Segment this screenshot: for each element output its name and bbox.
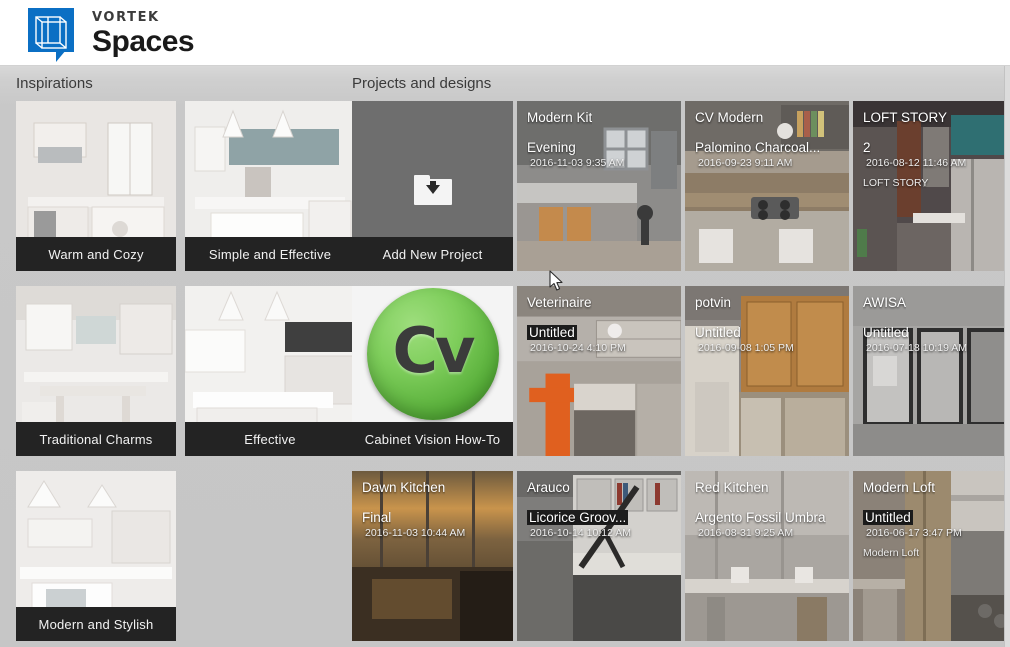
project-date: 2016-11-03 10:44 AM bbox=[365, 527, 466, 539]
inspiration-tile[interactable]: Simple and Effective bbox=[185, 101, 355, 271]
project-design: Final bbox=[362, 510, 392, 525]
project-date: 2016-09-08 1:05 PM bbox=[698, 342, 794, 354]
project-subtitle: Modern Loft bbox=[863, 547, 920, 559]
brand-name-main: Spaces bbox=[92, 25, 195, 58]
inspiration-label: Warm and Cozy bbox=[16, 237, 176, 271]
inspiration-tile[interactable]: Warm and Cozy bbox=[16, 101, 176, 271]
project-name: Dawn Kitchen bbox=[362, 480, 446, 495]
project-tile[interactable]: Veterinaire Untitled 2016-10-24 4:10 PM bbox=[517, 286, 681, 456]
inspiration-tile[interactable]: Traditional Charms bbox=[16, 286, 176, 456]
add-new-project-label: Add New Project bbox=[352, 237, 513, 271]
add-new-project-tile[interactable]: Add New Project bbox=[352, 101, 513, 271]
cv-logo-text: Cv bbox=[392, 314, 476, 387]
project-name: Modern Kit bbox=[527, 110, 593, 125]
project-design: Untitled bbox=[695, 325, 741, 340]
cv-logo-icon: Cv bbox=[366, 288, 499, 420]
project-name: Modern Loft bbox=[863, 480, 936, 495]
inspiration-label: Traditional Charms bbox=[16, 422, 176, 456]
project-thumbnail bbox=[517, 471, 681, 641]
project-thumbnail bbox=[685, 471, 849, 641]
cabinet-vision-howto-tile[interactable]: Cv Cabinet Vision How-To bbox=[352, 286, 513, 456]
inspiration-tile[interactable]: Modern and Stylish bbox=[16, 471, 176, 641]
project-tile[interactable]: Modern Loft Untitled 2016-06-17 3:47 PM … bbox=[853, 471, 1010, 641]
inspiration-tile[interactable]: Effective bbox=[185, 286, 355, 456]
project-tile[interactable]: Red Kitchen Argento Fossil Umbra 2016-08… bbox=[685, 471, 849, 641]
project-thumbnail bbox=[517, 286, 681, 456]
content-area: Inspirations Projects and designs Warm a… bbox=[0, 66, 1010, 647]
section-title-projects: Projects and designs bbox=[352, 75, 492, 92]
project-name: Red Kitchen bbox=[695, 480, 769, 495]
project-design: Argento Fossil Umbra bbox=[695, 510, 826, 525]
project-thumbnail bbox=[685, 286, 849, 456]
project-date: 2016-06-17 3:47 PM bbox=[866, 527, 962, 539]
inspiration-empty-slot bbox=[185, 471, 355, 641]
project-design: Licorice Groov... bbox=[527, 510, 629, 525]
project-date: 2016-10-14 10:12 AM bbox=[530, 527, 631, 539]
project-tile[interactable]: AWISA Untitled 2016-07-18 10:19 AM bbox=[853, 286, 1010, 456]
brand-logo: VORTEK Spaces bbox=[28, 6, 195, 62]
project-date: 2016-07-18 10:19 AM bbox=[866, 342, 967, 354]
project-thumbnail bbox=[517, 101, 681, 271]
project-name: Veterinaire bbox=[527, 295, 592, 310]
project-date: 2016-08-31 9:25 AM bbox=[698, 527, 794, 539]
project-date: 2016-09-23 9:11 AM bbox=[698, 157, 793, 169]
project-date: 2016-08-12 11:46 AM bbox=[866, 157, 967, 169]
project-name: LOFT STORY bbox=[863, 110, 948, 125]
project-date: 2016-10-24 4:10 PM bbox=[530, 342, 626, 354]
project-thumbnail bbox=[685, 101, 849, 271]
inspiration-label: Modern and Stylish bbox=[16, 607, 176, 641]
brand-text: VORTEK Spaces bbox=[92, 6, 195, 58]
inspiration-label: Simple and Effective bbox=[185, 237, 355, 271]
project-design: Evening bbox=[527, 140, 576, 155]
project-subtitle: LOFT STORY bbox=[863, 177, 929, 189]
project-tile[interactable]: Dawn Kitchen Final 2016-11-03 10:44 AM bbox=[352, 471, 513, 641]
right-edge-strip bbox=[1004, 66, 1010, 647]
projects-grid: Add New Project Modern Kit Evening 2016-… bbox=[352, 101, 1010, 641]
project-tile[interactable]: potvin Untitled 2016-09-08 1:05 PM bbox=[685, 286, 849, 456]
project-design: Untitled bbox=[863, 325, 909, 340]
project-thumbnail bbox=[352, 471, 513, 641]
inspiration-label: Effective bbox=[185, 422, 355, 456]
project-name: CV Modern bbox=[695, 110, 764, 125]
app-header: VORTEK Spaces bbox=[0, 0, 1010, 66]
project-design: Palomino Charcoal... bbox=[695, 140, 821, 155]
project-name: AWISA bbox=[863, 295, 907, 310]
vortek-cube-logo-icon bbox=[28, 8, 80, 62]
project-tile[interactable]: LOFT STORY 2 2016-08-12 11:46 AM LOFT ST… bbox=[853, 101, 1010, 271]
project-design: Untitled bbox=[527, 325, 577, 340]
project-thumbnail bbox=[853, 286, 1010, 456]
project-name: potvin bbox=[695, 295, 732, 310]
project-tile[interactable]: CV Modern Palomino Charcoal... 2016-09-2… bbox=[685, 101, 849, 271]
project-design: Untitled bbox=[863, 510, 913, 525]
cabinet-vision-label: Cabinet Vision How-To bbox=[352, 422, 513, 456]
project-tile[interactable]: Modern Kit Evening 2016-11-03 9:35 AM bbox=[517, 101, 681, 271]
project-tile[interactable]: Arauco Licorice Groov... 2016-10-14 10:1… bbox=[517, 471, 681, 641]
brand-name-top: VORTEK bbox=[92, 10, 160, 25]
project-name: Arauco bbox=[527, 480, 570, 495]
folder-download-icon bbox=[413, 175, 452, 205]
section-title-inspirations: Inspirations bbox=[16, 75, 93, 92]
inspirations-grid: Warm and Cozy Simple and Effective Tradi… bbox=[16, 101, 355, 641]
project-design: 2 bbox=[863, 140, 871, 155]
project-date: 2016-11-03 9:35 AM bbox=[530, 157, 625, 169]
